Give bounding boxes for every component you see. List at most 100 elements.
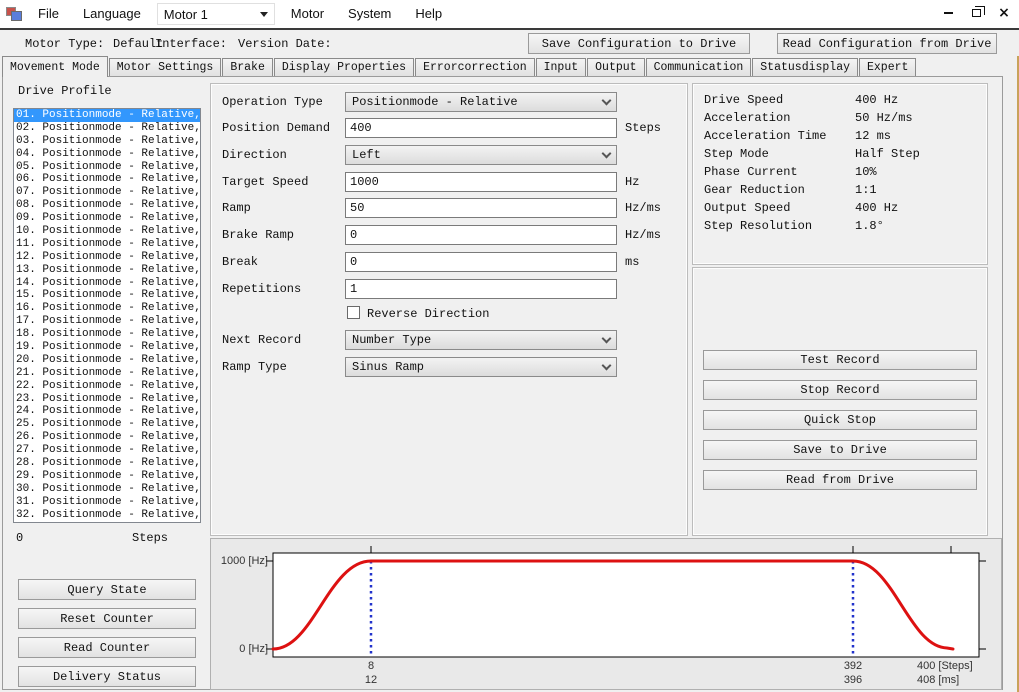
y-axis-max-label: 1000 [Hz] xyxy=(211,555,268,567)
next-record-select[interactable]: Number Type xyxy=(345,330,617,350)
read-counter-button[interactable]: Read Counter xyxy=(18,637,196,658)
list-item[interactable]: 25. Positionmode - Relative, 4 xyxy=(14,418,200,431)
drive-profile-list[interactable]: 01. Positionmode - Relative, 402. Positi… xyxy=(13,108,201,523)
reverse-direction-checkbox[interactable] xyxy=(347,306,360,319)
motor-selector-combobox[interactable]: Motor 1 xyxy=(157,3,275,25)
restore-button[interactable] xyxy=(967,4,985,22)
menu-language[interactable]: Language xyxy=(71,0,153,28)
tab-statusdisplay[interactable]: Statusdisplay xyxy=(752,58,858,77)
motor-type-label: Motor Type: xyxy=(25,37,104,51)
list-item[interactable]: 32. Positionmode - Relative, 4 xyxy=(14,509,200,522)
tab-display-properties[interactable]: Display Properties xyxy=(274,58,414,77)
reset-counter-button[interactable]: Reset Counter xyxy=(18,608,196,629)
ramp-unit: Hz/ms xyxy=(625,201,661,215)
repetitions-input[interactable] xyxy=(345,279,617,299)
list-item[interactable]: 16. Positionmode - Relative, 4 xyxy=(14,302,200,315)
test-record-button[interactable]: Test Record xyxy=(703,350,977,370)
minimize-button[interactable] xyxy=(939,4,957,22)
list-item[interactable]: 01. Positionmode - Relative, 4 xyxy=(14,109,200,122)
save-configuration-button[interactable]: Save Configuration to Drive xyxy=(528,33,750,54)
list-item[interactable]: 22. Positionmode - Relative, 4 xyxy=(14,380,200,393)
list-item[interactable]: 27. Positionmode - Relative, 4 xyxy=(14,444,200,457)
output-speed-value: 400 Hz xyxy=(855,201,898,215)
close-button[interactable]: × xyxy=(995,4,1013,22)
direction-select[interactable]: Left xyxy=(345,145,617,165)
read-configuration-button[interactable]: Read Configuration from Drive xyxy=(777,33,997,54)
list-item[interactable]: 04. Positionmode - Relative, 4 xyxy=(14,148,200,161)
x-tick-12-ms: 12 xyxy=(351,674,391,686)
speed-profile-chart: 1000 [Hz] 0 [Hz] 8 12 392 396 400 [Steps… xyxy=(210,538,1002,690)
list-item[interactable]: 02. Positionmode - Relative, 4 xyxy=(14,122,200,135)
list-item[interactable]: 17. Positionmode - Relative, 4 xyxy=(14,315,200,328)
list-item[interactable]: 30. Positionmode - Relative, 4 xyxy=(14,483,200,496)
menu-motor[interactable]: Motor xyxy=(279,0,336,28)
tab-motor-settings[interactable]: Motor Settings xyxy=(109,58,222,77)
phase-current-label: Phase Current xyxy=(704,165,798,179)
operation-type-value: Positionmode - Relative xyxy=(352,95,518,109)
list-item[interactable]: 28. Positionmode - Relative, 4 xyxy=(14,457,200,470)
tab-errorcorrection[interactable]: Errorcorrection xyxy=(415,58,535,77)
list-item[interactable]: 31. Positionmode - Relative, 4 xyxy=(14,496,200,509)
acceleration-time-value: 12 ms xyxy=(855,129,891,143)
list-item[interactable]: 18. Positionmode - Relative, 4 xyxy=(14,328,200,341)
acceleration-value: 50 Hz/ms xyxy=(855,111,913,125)
brake-ramp-input[interactable] xyxy=(345,225,617,245)
x-tick-8-steps: 8 xyxy=(351,660,391,672)
position-counter-unit: Steps xyxy=(132,531,168,545)
list-item[interactable]: 24. Positionmode - Relative, 4 xyxy=(14,405,200,418)
ramp-type-select[interactable]: Sinus Ramp xyxy=(345,357,617,377)
position-demand-input[interactable] xyxy=(345,118,617,138)
next-record-label: Next Record xyxy=(222,333,301,347)
list-item[interactable]: 20. Positionmode - Relative, 4 xyxy=(14,354,200,367)
stop-record-button[interactable]: Stop Record xyxy=(703,380,977,400)
save-to-drive-button[interactable]: Save to Drive xyxy=(703,440,977,460)
menu-help[interactable]: Help xyxy=(403,0,454,28)
output-speed-label: Output Speed xyxy=(704,201,790,215)
tab-expert[interactable]: Expert xyxy=(859,58,916,77)
tab-input[interactable]: Input xyxy=(536,58,587,77)
chevron-down-icon xyxy=(260,12,268,17)
list-item[interactable]: 03. Positionmode - Relative, 4 xyxy=(14,135,200,148)
list-item[interactable]: 09. Positionmode - Relative, 4 xyxy=(14,212,200,225)
tab-communication[interactable]: Communication xyxy=(646,58,752,77)
list-item[interactable]: 13. Positionmode - Relative, 4 xyxy=(14,264,200,277)
list-item[interactable]: 10. Positionmode - Relative, 4 xyxy=(14,225,200,238)
list-item[interactable]: 08. Positionmode - Relative, 4 xyxy=(14,199,200,212)
drive-profile-title: Drive Profile xyxy=(18,84,112,98)
step-resolution-value: 1.8° xyxy=(855,219,884,233)
list-item[interactable]: 21. Positionmode - Relative, 4 xyxy=(14,367,200,380)
list-item[interactable]: 06. Positionmode - Relative, 4 xyxy=(14,173,200,186)
phase-current-value: 10% xyxy=(855,165,877,179)
list-item[interactable]: 26. Positionmode - Relative, 4 xyxy=(14,431,200,444)
tab-movement-mode[interactable]: Movement Mode xyxy=(2,56,108,77)
list-item[interactable]: 05. Positionmode - Relative, 4 xyxy=(14,161,200,174)
step-resolution-label: Step Resolution xyxy=(704,219,812,233)
list-item[interactable]: 15. Positionmode - Relative, 4 xyxy=(14,289,200,302)
list-item[interactable]: 29. Positionmode - Relative, 4 xyxy=(14,470,200,483)
interface-label: Interface: xyxy=(155,37,227,51)
list-item[interactable]: 19. Positionmode - Relative, 4 xyxy=(14,341,200,354)
query-state-button[interactable]: Query State xyxy=(18,579,196,600)
list-item[interactable]: 14. Positionmode - Relative, 4 xyxy=(14,277,200,290)
acceleration-label: Acceleration xyxy=(704,111,790,125)
quick-stop-button[interactable]: Quick Stop xyxy=(703,410,977,430)
delivery-status-button[interactable]: Delivery Status xyxy=(18,666,196,687)
operation-type-select[interactable]: Positionmode - Relative xyxy=(345,92,617,112)
x-tick-396-ms: 396 xyxy=(833,674,873,686)
tab-output[interactable]: Output xyxy=(587,58,644,77)
break-input[interactable] xyxy=(345,252,617,272)
x-tick-392-steps: 392 xyxy=(833,660,873,672)
ramp-input[interactable] xyxy=(345,198,617,218)
target-speed-input[interactable] xyxy=(345,172,617,192)
list-item[interactable]: 11. Positionmode - Relative, 4 xyxy=(14,238,200,251)
list-item[interactable]: 07. Positionmode - Relative, 4 xyxy=(14,186,200,199)
read-from-drive-button[interactable]: Read from Drive xyxy=(703,470,977,490)
position-demand-unit: Steps xyxy=(625,121,661,135)
gear-reduction-value: 1:1 xyxy=(855,183,877,197)
tab-brake[interactable]: Brake xyxy=(222,58,273,77)
list-item[interactable]: 12. Positionmode - Relative, 4 xyxy=(14,251,200,264)
menu-bar: File Language Motor 1 Motor System Help … xyxy=(0,0,1019,28)
menu-system[interactable]: System xyxy=(336,0,403,28)
list-item[interactable]: 23. Positionmode - Relative, 4 xyxy=(14,393,200,406)
menu-file[interactable]: File xyxy=(26,0,71,28)
